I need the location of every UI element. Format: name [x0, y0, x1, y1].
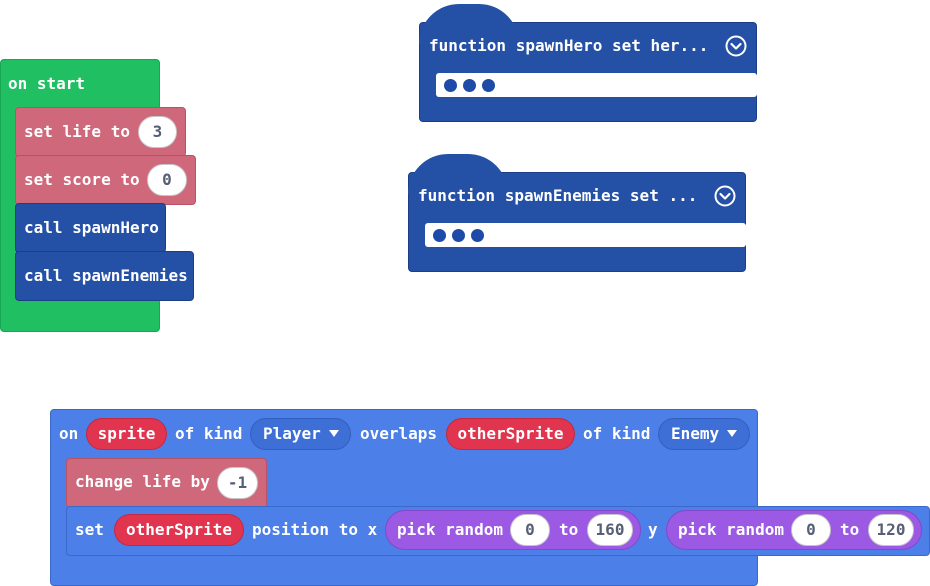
on-start-label: on start — [8, 74, 86, 93]
pick-random-y-label: pick random — [678, 520, 784, 539]
random-x-max-input[interactable]: 160 — [587, 514, 633, 546]
y-label: y — [648, 520, 658, 539]
set-label: set — [75, 520, 104, 539]
kind-enemy-dropdown[interactable]: Enemy — [658, 418, 750, 450]
kind-player-label: Player — [263, 424, 321, 443]
ellipsis-dots-icon — [433, 229, 484, 242]
position-to-x-label: position to x — [252, 520, 378, 539]
random-x-min-input[interactable]: 0 — [510, 514, 550, 546]
on-label: on — [59, 424, 79, 443]
sprite-variable[interactable]: sprite — [86, 418, 167, 450]
set-score-value-input[interactable]: 0 — [147, 164, 187, 196]
other-sprite-variable[interactable]: otherSprite — [446, 418, 575, 450]
call-spawn-enemies-label: call spawnEnemies — [24, 266, 188, 285]
set-score-label: set score to — [24, 170, 140, 189]
set-sprite-variable[interactable]: otherSprite — [114, 514, 244, 546]
of-kind-label: of kind — [583, 424, 651, 443]
kind-player-dropdown[interactable]: Player — [250, 418, 351, 450]
change-life-label: change life by — [75, 472, 210, 491]
chevron-circle-icon[interactable] — [714, 185, 736, 207]
overlaps-label: overlaps — [360, 424, 438, 443]
ellipsis-dots-icon — [444, 79, 495, 92]
call-spawn-hero-label: call spawnHero — [24, 218, 159, 237]
to-label: to — [840, 520, 860, 539]
function-spawn-enemies-label: function spawnEnemies set ... — [418, 186, 698, 205]
pick-random-x-label: pick random — [397, 520, 503, 539]
of-kind-label: of kind — [175, 424, 243, 443]
chevron-circle-icon[interactable] — [725, 35, 747, 57]
kind-enemy-label: Enemy — [671, 424, 720, 443]
set-life-label: set life to — [24, 122, 130, 141]
set-life-value-input[interactable]: 3 — [138, 116, 177, 148]
change-life-value-input[interactable]: -1 — [217, 467, 258, 499]
random-y-max-input[interactable]: 120 — [868, 514, 914, 546]
triangle-down-icon — [328, 430, 339, 437]
function-spawn-hero-label: function spawnHero set her... — [429, 36, 709, 55]
triangle-down-icon — [727, 430, 738, 437]
random-y-min-input[interactable]: 0 — [791, 514, 831, 546]
to-label: to — [559, 520, 579, 539]
